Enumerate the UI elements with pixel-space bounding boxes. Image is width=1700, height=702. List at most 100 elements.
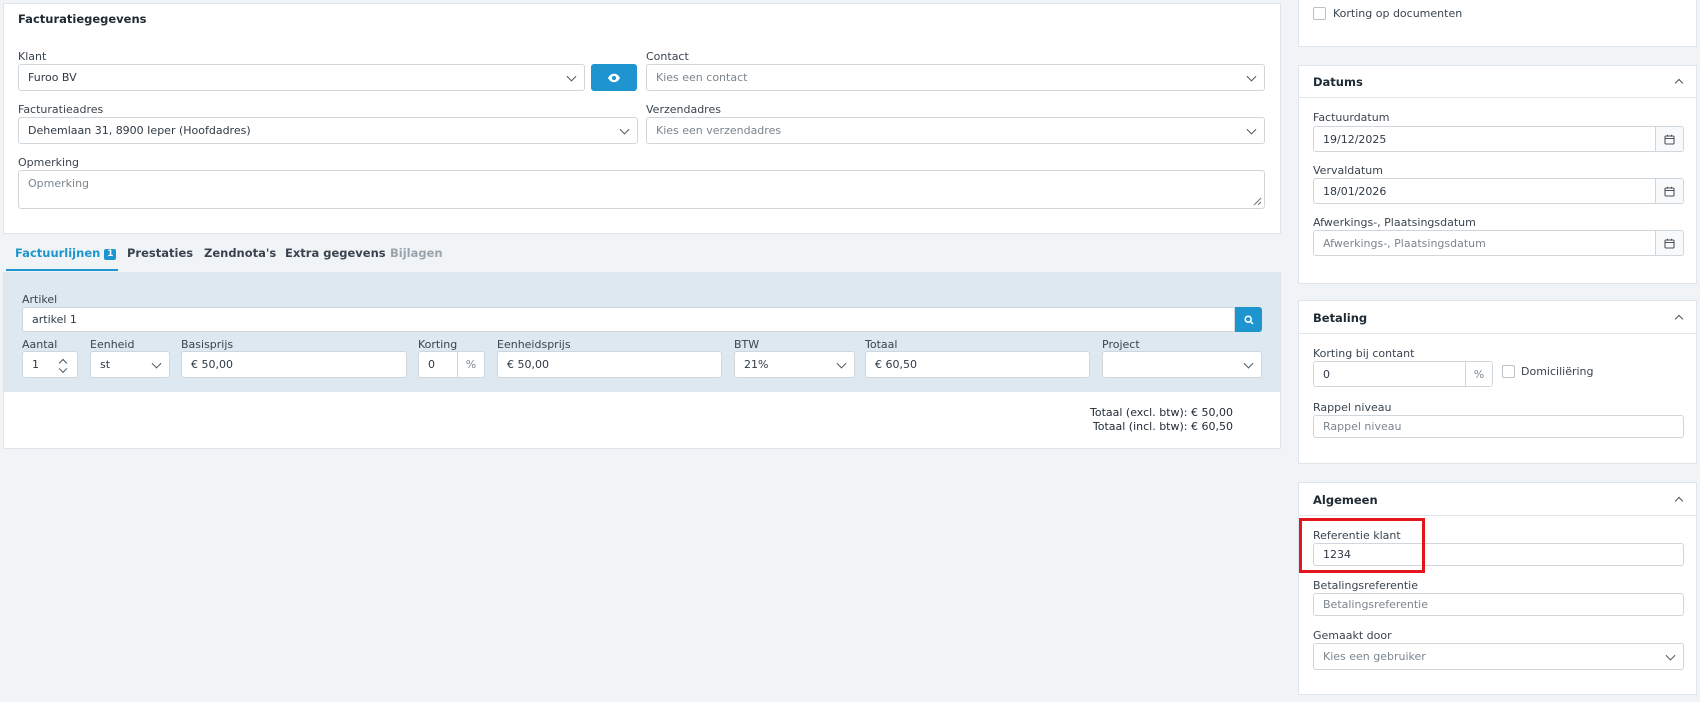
unit-label: Eenheid <box>90 338 135 351</box>
billing-address-value: Dehemlaan 31, 8900 Ieper (Hoofdadres) <box>28 124 251 137</box>
quantity-label: Aantal <box>22 338 58 351</box>
tab-zendnotas[interactable]: Zendnota's <box>204 246 276 260</box>
client-value: Furoo BV <box>28 71 77 84</box>
payment-title: Betaling <box>1313 311 1368 325</box>
cash-discount-percent-suffix: % <box>1465 362 1492 386</box>
total-incl-label: Totaal (incl. btw): <box>1092 420 1188 433</box>
total-excl-vat: Totaal (excl. btw): € 50,00 <box>1090 406 1233 419</box>
vat-select[interactable]: 21% <box>734 351 855 378</box>
payment-reference-placeholder: Betalingsreferentie <box>1323 598 1429 611</box>
unit-price-input[interactable]: € 50,00 <box>497 351 722 378</box>
tab-prestaties[interactable]: Prestaties <box>127 246 193 260</box>
dates-title: Datums <box>1313 75 1363 89</box>
chevron-down-icon <box>1243 358 1254 369</box>
discount-documents-checkbox[interactable] <box>1313 7 1326 20</box>
cash-discount-input[interactable]: 0 % <box>1313 361 1493 387</box>
shipping-address-placeholder: Kies een verzendadres <box>656 124 782 137</box>
total-input[interactable]: € 60,50 <box>865 351 1090 378</box>
project-select[interactable] <box>1102 351 1262 378</box>
chevron-down-icon <box>151 358 162 369</box>
payment-reference-label: Betalingsreferentie <box>1313 579 1419 592</box>
chevron-down-icon <box>836 358 847 369</box>
discount-label: Korting <box>418 338 458 351</box>
dates-header-divider <box>1299 97 1696 98</box>
billing-title: Facturatiegegevens <box>18 12 147 26</box>
base-price-input[interactable]: € 50,00 <box>181 351 407 378</box>
reminder-level-placeholder: Rappel niveau <box>1323 420 1402 433</box>
quantity-stepper[interactable]: 1 <box>22 351 78 378</box>
view-client-button[interactable] <box>591 64 637 91</box>
completion-date-picker-button[interactable] <box>1655 231 1683 255</box>
vat-label: BTW <box>734 338 760 351</box>
completion-date-placeholder: Afwerkings-, Plaatsingsdatum <box>1323 236 1486 250</box>
general-title: Algemeen <box>1313 493 1378 507</box>
tab-bijlagen: Bijlagen <box>390 246 443 260</box>
client-select[interactable]: Furoo BV <box>18 64 585 91</box>
vat-value: 21% <box>744 358 769 371</box>
billing-address-select[interactable]: Dehemlaan 31, 8900 Ieper (Hoofdadres) <box>18 117 638 144</box>
contact-label: Contact <box>646 50 689 63</box>
reminder-level-label: Rappel niveau <box>1313 401 1392 414</box>
created-by-label: Gemaakt door <box>1313 629 1392 642</box>
created-by-placeholder: Kies een gebruiker <box>1323 650 1426 663</box>
invoice-date-label: Factuurdatum <box>1313 111 1390 124</box>
due-date-value: 18/01/2026 <box>1323 184 1387 198</box>
unit-select[interactable]: st <box>90 351 170 378</box>
eye-icon <box>608 73 620 82</box>
contact-select[interactable]: Kies een contact <box>646 64 1265 91</box>
discount-documents-label: Korting op documenten <box>1333 7 1463 20</box>
total-excl-label: Totaal (excl. btw): <box>1090 406 1188 419</box>
due-date-label: Vervaldatum <box>1313 164 1383 177</box>
tab-count-badge: 1 <box>104 249 117 260</box>
chevron-down-icon <box>566 71 577 82</box>
total-incl-value: € 60,50 <box>1191 420 1233 433</box>
article-value: artikel 1 <box>32 313 77 326</box>
cash-discount-label: Korting bij contant <box>1313 347 1415 360</box>
discount-percent-suffix: % <box>457 352 484 377</box>
payment-header-divider <box>1299 333 1696 334</box>
remark-placeholder: Opmerking <box>28 177 90 190</box>
payment-reference-input[interactable]: Betalingsreferentie <box>1313 593 1684 616</box>
discount-input[interactable]: 0 % <box>418 351 485 378</box>
project-label: Project <box>1102 338 1140 351</box>
quantity-value: 1 <box>32 358 39 371</box>
unit-price-label: Eenheidsprijs <box>497 338 571 351</box>
discount-value: 0 <box>428 358 435 371</box>
completion-date-input[interactable]: Afwerkings-, Plaatsingsdatum <box>1313 230 1684 256</box>
client-reference-highlight <box>1299 518 1425 573</box>
total-value: € 60,50 <box>875 358 917 371</box>
created-by-select[interactable]: Kies een gebruiker <box>1313 643 1684 670</box>
invoice-date-picker-button[interactable] <box>1655 127 1683 151</box>
calendar-icon <box>1664 186 1675 197</box>
total-incl-vat: Totaal (incl. btw): € 60,50 <box>1093 420 1233 433</box>
article-label: Artikel <box>22 293 58 306</box>
unit-value: st <box>100 358 111 371</box>
resize-handle-icon[interactable] <box>1253 197 1262 206</box>
remark-textarea[interactable]: Opmerking <box>18 170 1265 209</box>
tab-factuurlijnen[interactable]: Factuurlijnen 1 <box>15 246 117 260</box>
article-search-button[interactable] <box>1235 307 1262 332</box>
invoice-date-input[interactable]: 19/12/2025 <box>1313 126 1684 152</box>
stepper-down-icon[interactable] <box>58 364 68 374</box>
tab-extra-gegevens[interactable]: Extra gegevens <box>285 246 386 260</box>
article-input[interactable]: artikel 1 <box>22 307 1235 332</box>
due-date-input[interactable]: 18/01/2026 <box>1313 178 1684 204</box>
chevron-down-icon <box>619 124 630 135</box>
chevron-down-icon <box>1665 650 1676 661</box>
chevron-down-icon <box>1246 124 1257 135</box>
shipping-address-select[interactable]: Kies een verzendadres <box>646 117 1265 144</box>
chevron-down-icon <box>1246 71 1257 82</box>
tab-label: Factuurlijnen <box>15 246 101 260</box>
total-excl-value: € 50,00 <box>1191 406 1233 419</box>
remark-label: Opmerking <box>18 156 80 169</box>
total-label: Totaal <box>865 338 898 351</box>
client-label: Klant <box>18 50 47 63</box>
reminder-level-input[interactable]: Rappel niveau <box>1313 415 1684 438</box>
completion-date-label: Afwerkings-, Plaatsingsdatum <box>1313 216 1476 229</box>
base-price-label: Basisprijs <box>181 338 234 351</box>
billing-address-label: Facturatieadres <box>18 103 104 116</box>
calendar-icon <box>1664 134 1675 145</box>
due-date-picker-button[interactable] <box>1655 179 1683 203</box>
direct-debit-label: Domiciliëring <box>1521 365 1594 378</box>
direct-debit-checkbox[interactable] <box>1502 365 1515 378</box>
